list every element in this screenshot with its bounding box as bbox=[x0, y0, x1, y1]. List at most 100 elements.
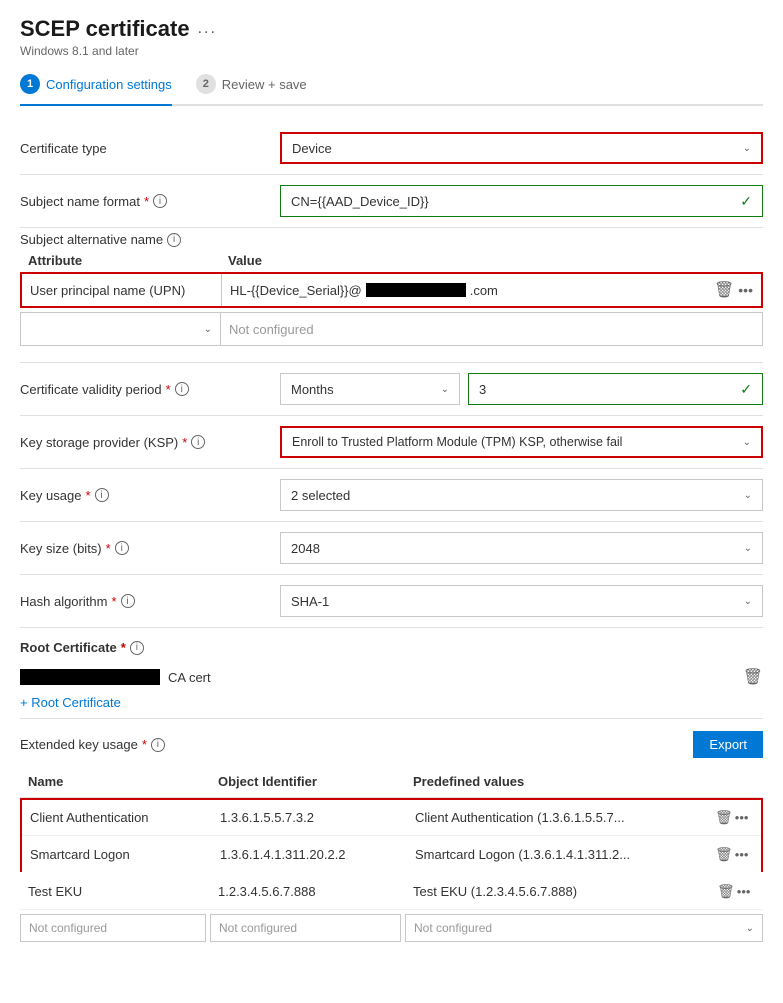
info-icon-eku[interactable]: i bbox=[151, 738, 165, 752]
eku-footer-oid[interactable]: Not configured bbox=[210, 914, 401, 942]
info-icon-ku[interactable]: i bbox=[95, 488, 109, 502]
eku-row-2-predefined: Smartcard Logon (1.3.6.1.4.1.311.2... bbox=[407, 839, 711, 870]
eku-row-3-delete-btn[interactable]: 🗑 bbox=[717, 883, 735, 900]
eku-row-2-delete-btn[interactable]: 🗑 bbox=[715, 846, 733, 863]
divider-2 bbox=[20, 227, 763, 228]
chevron-ha-icon: ⌄ bbox=[744, 596, 752, 607]
page-title: SCEP certificate bbox=[20, 16, 190, 42]
root-cert-row: CA cert 🗑 bbox=[20, 663, 763, 691]
validity-period-row: Certificate validity period * i Months ⌄… bbox=[20, 367, 763, 411]
info-icon-snf[interactable]: i bbox=[153, 194, 167, 208]
chevron-vp-icon: ⌄ bbox=[441, 384, 449, 395]
san-row-1-actions: 🗑 ••• bbox=[706, 280, 761, 300]
chevron-down-icon: ⌄ bbox=[743, 143, 751, 154]
info-icon-ks[interactable]: i bbox=[115, 541, 129, 555]
validity-number-input[interactable]: 3 ✓ bbox=[468, 373, 763, 405]
info-icon-vp[interactable]: i bbox=[175, 382, 189, 396]
required-star-ha: * bbox=[111, 594, 116, 609]
eku-col-oid: Object Identifier bbox=[210, 770, 405, 793]
eku-row-1-actions: 🗑 ••• bbox=[711, 809, 761, 826]
root-cert-section: Root Certificate * i CA cert 🗑 + Root Ce… bbox=[20, 640, 763, 710]
san-row-2-value: Not configured bbox=[221, 313, 762, 345]
san-col-attribute: Attribute bbox=[20, 253, 220, 268]
info-icon-ksp[interactable]: i bbox=[191, 435, 205, 449]
validity-period-control: Months ⌄ 3 ✓ bbox=[280, 373, 763, 405]
key-usage-label: Key usage * i bbox=[20, 488, 280, 503]
divider-6 bbox=[20, 521, 763, 522]
root-cert-delete-btn[interactable]: 🗑 bbox=[743, 667, 763, 687]
subject-name-format-select[interactable]: CN={{AAD_Device_ID}} ✓ bbox=[280, 185, 763, 217]
chevron-ku-icon: ⌄ bbox=[744, 490, 752, 501]
eku-row-3-more-btn[interactable]: ••• bbox=[737, 884, 751, 899]
key-size-value: 2048 bbox=[291, 541, 320, 556]
san-row-1-delete-btn[interactable]: 🗑 bbox=[714, 280, 734, 300]
ksp-select[interactable]: Enroll to Trusted Platform Module (TPM) … bbox=[280, 426, 763, 458]
required-star-vp: * bbox=[166, 382, 171, 397]
key-usage-select[interactable]: 2 selected ⌄ bbox=[280, 479, 763, 511]
san-col-value: Value bbox=[220, 253, 763, 268]
step-2[interactable]: 2 Review + save bbox=[196, 74, 307, 106]
ksp-label: Key storage provider (KSP) * i bbox=[20, 435, 280, 450]
divider-7 bbox=[20, 574, 763, 575]
required-star-ksp: * bbox=[182, 435, 187, 450]
certificate-type-control: Device ⌄ bbox=[280, 132, 763, 164]
certificate-type-select[interactable]: Device ⌄ bbox=[280, 132, 763, 164]
eku-row-1-more-btn[interactable]: ••• bbox=[735, 810, 749, 825]
san-value-redacted bbox=[366, 283, 466, 297]
certificate-type-value: Device bbox=[292, 141, 332, 156]
subject-name-format-value: CN={{AAD_Device_ID}} bbox=[291, 194, 429, 209]
info-icon-rc[interactable]: i bbox=[130, 641, 144, 655]
key-size-select[interactable]: 2048 ⌄ bbox=[280, 532, 763, 564]
root-cert-name-redacted bbox=[20, 669, 160, 685]
san-row-1-value: HL-{{Device_Serial}}@ .com bbox=[222, 274, 706, 306]
add-root-cert-link[interactable]: + Root Certificate bbox=[20, 695, 121, 710]
eku-row-3-predefined: Test EKU (1.2.3.4.5.6.7.888) bbox=[405, 876, 713, 907]
ksp-value: Enroll to Trusted Platform Module (TPM) … bbox=[292, 435, 622, 449]
san-row-1: User principal name (UPN) HL-{{Device_Se… bbox=[20, 272, 763, 308]
root-cert-label: Root Certificate * i bbox=[20, 640, 763, 655]
step-1-label: Configuration settings bbox=[46, 77, 172, 92]
validity-number-value: 3 bbox=[479, 382, 486, 397]
required-star: * bbox=[144, 194, 149, 209]
san-row-1-attribute: User principal name (UPN) bbox=[22, 274, 222, 306]
validity-period-select[interactable]: Months ⌄ bbox=[280, 373, 460, 405]
eku-footer-name[interactable]: Not configured bbox=[20, 914, 206, 942]
checkmark-vn-icon: ✓ bbox=[740, 381, 752, 398]
san-columns: Attribute Value bbox=[20, 253, 763, 272]
subject-name-format-row: Subject name format * i CN={{AAD_Device_… bbox=[20, 179, 763, 223]
eku-footer-predefined[interactable]: Not configured ⌄ bbox=[405, 914, 763, 942]
key-size-control: 2048 ⌄ bbox=[280, 532, 763, 564]
eku-row-1-delete-btn[interactable]: 🗑 bbox=[715, 809, 733, 826]
eku-footer-row: Not configured Not configured Not config… bbox=[20, 910, 763, 946]
eku-row-1-name: Client Authentication bbox=[22, 802, 212, 833]
info-icon-san[interactable]: i bbox=[167, 233, 181, 247]
eku-label: Extended key usage * i bbox=[20, 737, 165, 752]
hash-algorithm-label: Hash algorithm * i bbox=[20, 594, 280, 609]
eku-row-1-predefined: Client Authentication (1.3.6.1.5.5.7... bbox=[407, 802, 711, 833]
hash-algorithm-value: SHA-1 bbox=[291, 594, 329, 609]
hash-algorithm-select[interactable]: SHA-1 ⌄ bbox=[280, 585, 763, 617]
chevron-san-icon: ⌄ bbox=[204, 324, 212, 335]
required-star-eku: * bbox=[142, 737, 147, 752]
san-row-1-more-btn[interactable]: ••• bbox=[738, 282, 753, 298]
divider-9 bbox=[20, 718, 763, 719]
key-usage-value: 2 selected bbox=[291, 488, 350, 503]
eku-row-3: Test EKU 1.2.3.4.5.6.7.888 Test EKU (1.2… bbox=[20, 874, 763, 910]
ellipsis-menu[interactable]: ... bbox=[198, 20, 217, 38]
certificate-type-label: Certificate type bbox=[20, 141, 280, 156]
step-1[interactable]: 1 Configuration settings bbox=[20, 74, 172, 106]
root-cert-text: CA cert bbox=[20, 669, 211, 685]
san-row-2-attribute[interactable]: ⌄ bbox=[21, 313, 221, 345]
chevron-footer-icon: ⌄ bbox=[746, 923, 754, 934]
eku-row-2-more-btn[interactable]: ••• bbox=[735, 847, 749, 862]
eku-row-2: Smartcard Logon 1.3.6.1.4.1.311.20.2.2 S… bbox=[22, 836, 761, 872]
info-icon-ha[interactable]: i bbox=[121, 594, 135, 608]
eku-row-3-name: Test EKU bbox=[20, 876, 210, 907]
key-size-label: Key size (bits) * i bbox=[20, 541, 280, 556]
divider-1 bbox=[20, 174, 763, 175]
export-button[interactable]: Export bbox=[693, 731, 763, 758]
eku-row-2-name: Smartcard Logon bbox=[22, 839, 212, 870]
eku-row-3-actions: 🗑 ••• bbox=[713, 883, 763, 900]
divider-4 bbox=[20, 415, 763, 416]
step-2-label: Review + save bbox=[222, 77, 307, 92]
